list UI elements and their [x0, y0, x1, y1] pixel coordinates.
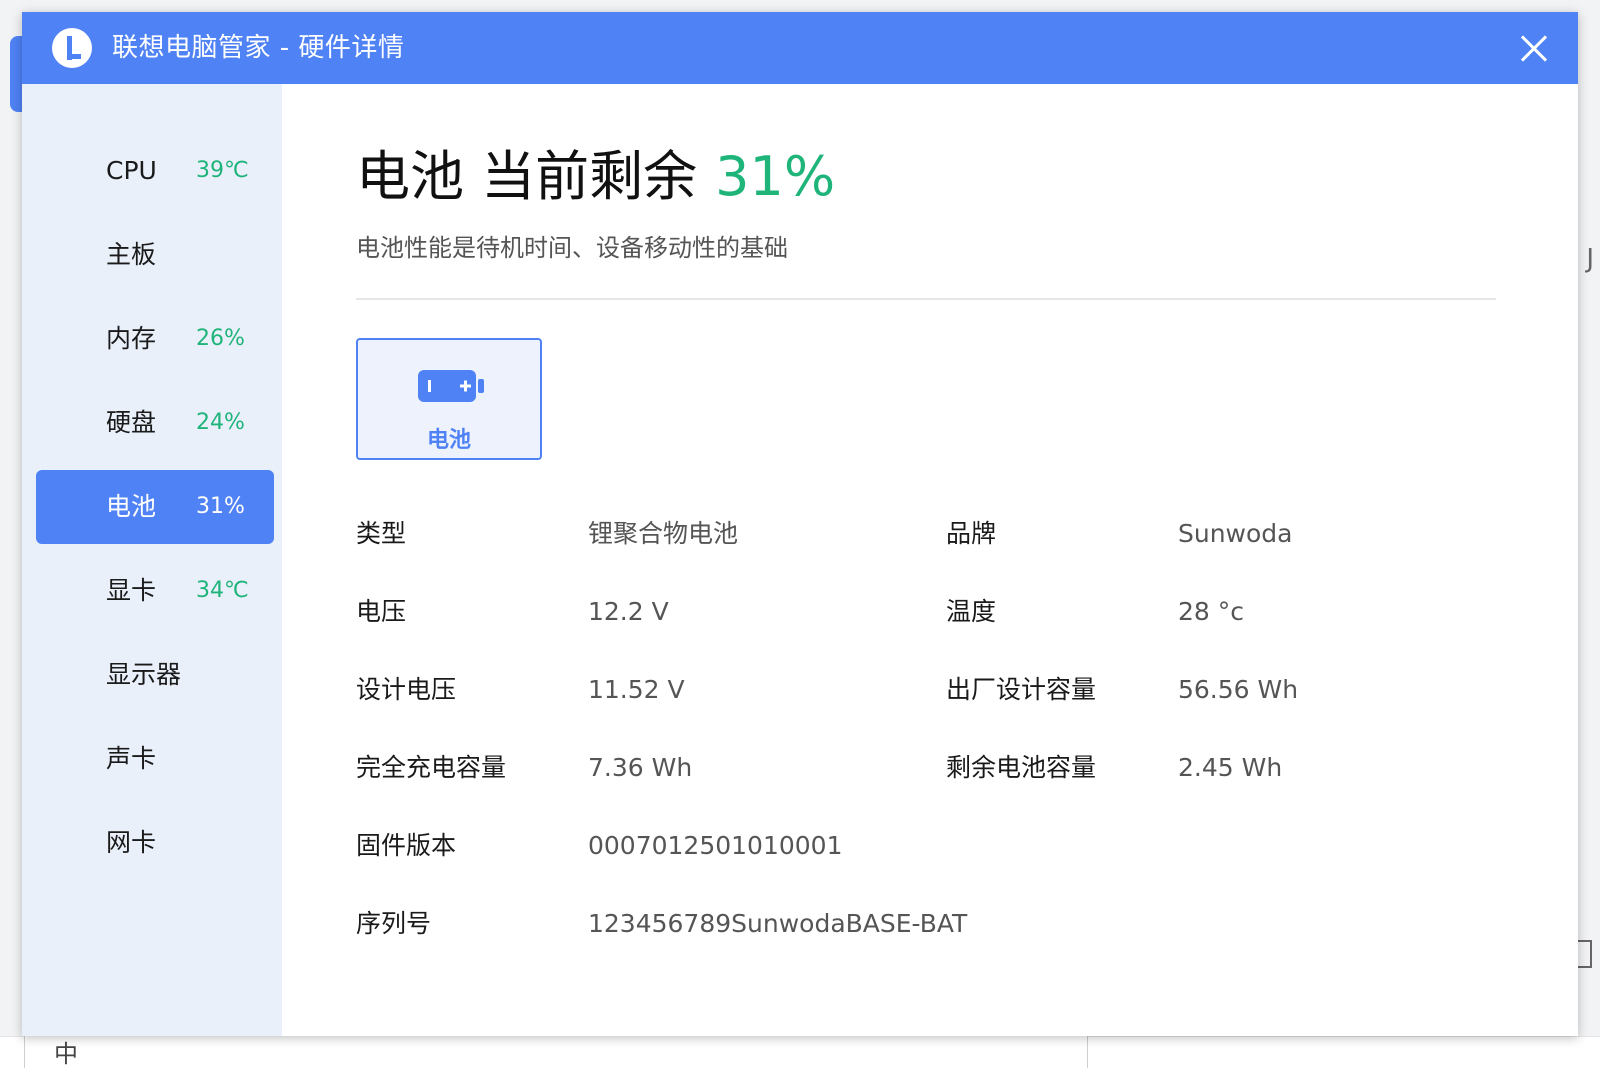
hardware-sidebar: CPU 39℃ 主板 内存 26% 硬盘 24% 电池 31% 显卡 34℃ 显… — [22, 84, 282, 1036]
sidebar-item-value: 39℃ — [196, 158, 249, 183]
spec-value-firmware: 0007012501010001 — [588, 831, 843, 860]
sidebar-item-label: 内存 — [106, 324, 157, 353]
spec-value-full-charge-capacity: 7.36 Wh — [588, 753, 693, 782]
page-subtitle: 电池性能是待机时间、设备移动性的基础 — [356, 234, 788, 262]
sidebar-item-battery[interactable]: 电池 31% — [36, 470, 274, 544]
spec-label-full-charge-capacity: 完全充电容量 — [356, 753, 507, 782]
sidebar-item-display[interactable]: 显示器 — [36, 638, 274, 712]
spec-label-remaining-capacity: 剩余电池容量 — [946, 753, 1097, 782]
spec-value-design-capacity: 56.56 Wh — [1178, 675, 1299, 704]
spec-label-type: 类型 — [356, 519, 407, 548]
sidebar-item-motherboard[interactable]: 主板 — [36, 218, 274, 292]
sidebar-item-gpu[interactable]: 显卡 34℃ — [36, 554, 274, 628]
sidebar-item-value: 31% — [196, 494, 245, 519]
spec-label-temperature: 温度 — [946, 597, 997, 626]
sidebar-item-label: 主板 — [106, 240, 157, 269]
spec-value-remaining-capacity: 2.45 Wh — [1178, 753, 1283, 782]
spec-label-voltage: 电压 — [356, 597, 407, 626]
sidebar-item-value: 24% — [196, 410, 245, 435]
spec-value-temperature: 28 °c — [1178, 597, 1245, 626]
spec-label-firmware: 固件版本 — [356, 831, 457, 860]
sidebar-item-cpu[interactable]: CPU 39℃ — [36, 134, 274, 208]
background-input-box — [24, 1036, 1088, 1068]
spec-value-brand: Sunwoda — [1178, 519, 1293, 548]
sidebar-item-label: 声卡 — [106, 744, 157, 773]
battery-detail-panel: 电池 当前剩余 31% 电池性能是待机时间、设备移动性的基础 电池 类型 锂聚合物… — [282, 84, 1578, 1036]
sidebar-item-network-card[interactable]: 网卡 — [36, 806, 274, 880]
page-title: 电池 当前剩余 31% — [356, 142, 835, 212]
spec-value-voltage: 12.2 V — [588, 597, 669, 626]
sidebar-item-label: CPU — [106, 156, 157, 185]
spec-label-design-voltage: 设计电压 — [356, 675, 457, 704]
background-ime-indicator: 中 — [54, 1040, 78, 1068]
sidebar-item-value: 34℃ — [196, 578, 249, 603]
close-button[interactable] — [1512, 26, 1556, 70]
hardware-details-dialog: 联想电脑管家 - 硬件详情 CPU 39℃ 主板 内存 26% 硬盘 24% 电… — [22, 12, 1578, 1036]
page-title-text: 电池 当前剩余 — [356, 145, 698, 208]
spec-value-design-voltage: 11.52 V — [588, 675, 685, 704]
spec-label-brand: 品牌 — [946, 519, 997, 548]
lenovo-logo-icon — [52, 28, 92, 68]
sidebar-item-memory[interactable]: 内存 26% — [36, 302, 274, 376]
device-tab-battery[interactable]: 电池 — [356, 338, 542, 460]
sidebar-item-label: 网卡 — [106, 828, 157, 857]
sidebar-item-label: 硬盘 — [106, 408, 157, 437]
sidebar-item-disk[interactable]: 硬盘 24% — [36, 386, 274, 460]
spec-value-type: 锂聚合物电池 — [588, 519, 739, 548]
spec-label-serial: 序列号 — [356, 909, 432, 938]
window-title: 联想电脑管家 - 硬件详情 — [112, 33, 405, 63]
battery-icon — [418, 370, 484, 402]
background-glyph: J — [1586, 244, 1594, 274]
divider — [356, 298, 1496, 300]
title-bar[interactable]: 联想电脑管家 - 硬件详情 — [22, 12, 1578, 84]
sidebar-item-label: 显卡 — [106, 576, 157, 605]
battery-remaining-percent: 31% — [715, 145, 836, 208]
sidebar-item-sound-card[interactable]: 声卡 — [36, 722, 274, 796]
spec-value-serial: 123456789SunwodaBASE-BAT — [588, 909, 968, 938]
sidebar-item-label: 电池 — [106, 492, 157, 521]
spec-label-design-capacity: 出厂设计容量 — [946, 675, 1097, 704]
sidebar-item-value: 26% — [196, 326, 245, 351]
device-tab-label: 电池 — [426, 428, 471, 453]
sidebar-item-label: 显示器 — [106, 660, 182, 689]
